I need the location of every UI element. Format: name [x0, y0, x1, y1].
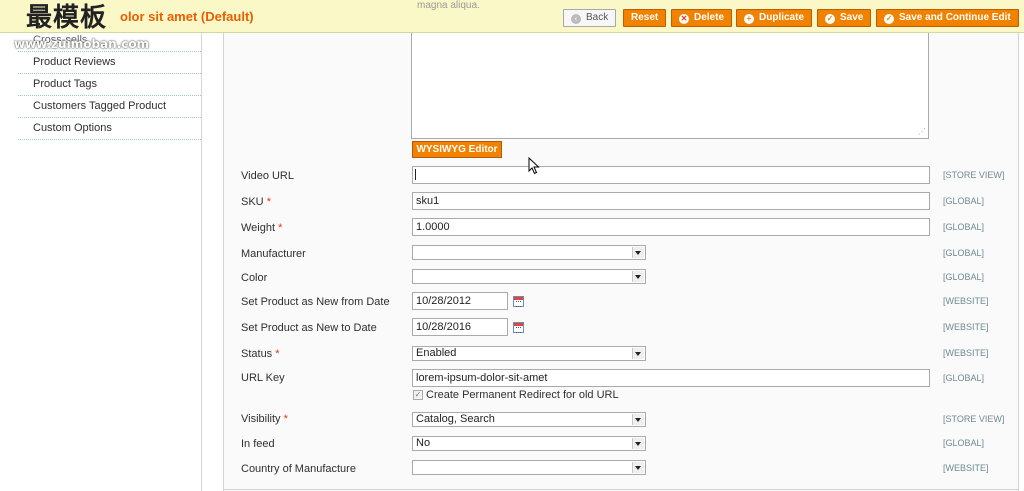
text-caret [415, 169, 416, 180]
check-icon: ✓ [825, 14, 835, 24]
watermark-url: www.zuimoban.com [14, 37, 150, 51]
page-header: magna aliqua. 最模板 olor sit amet (Default… [0, 0, 1024, 33]
sidebar-item-product-tags[interactable]: Product Tags [18, 74, 201, 96]
description-textarea[interactable]: ⋰ [411, 33, 929, 139]
sku-label: SKU * [241, 196, 271, 208]
status-label-text: Status [241, 348, 273, 360]
required-asterisk: * [283, 413, 288, 425]
sku-scope: [GLOBAL] [943, 196, 985, 206]
chevron-down-icon [632, 438, 644, 449]
duplicate-button[interactable]: + Duplicate [736, 9, 813, 27]
sku-label-text: SKU [241, 196, 264, 208]
save-continue-button[interactable]: ✓ Save and Continue Edit [876, 9, 1019, 27]
save-button-label: Save [840, 12, 864, 23]
country-scope: [WEBSITE] [943, 463, 989, 473]
watermark-logo: 最模板 [26, 3, 108, 33]
sidebar-divider [201, 33, 202, 491]
permanent-redirect-label: Create Permanent Redirect for old URL [426, 389, 619, 401]
color-label: Color [241, 272, 268, 284]
url-key-scope: [GLOBAL] [943, 373, 985, 383]
sku-input[interactable]: sku1 [412, 192, 930, 210]
visibility-select-value: Catalog, Search [416, 413, 495, 425]
country-select[interactable] [412, 460, 646, 475]
new-from-date-label: Set Product as New from Date [241, 296, 390, 308]
required-asterisk: * [266, 196, 271, 208]
url-key-input[interactable]: lorem-ipsum-dolor-sit-amet [412, 369, 930, 387]
page-title: olor sit amet (Default) [120, 9, 254, 24]
save-button[interactable]: ✓ Save [817, 9, 872, 27]
calendar-icon[interactable] [513, 322, 524, 333]
new-to-date-label: Set Product as New to Date [241, 322, 377, 334]
sidebar-item-product-reviews[interactable]: Product Reviews [18, 52, 201, 74]
video-url-label: Video URL [241, 170, 294, 182]
video-url-scope: [STORE VIEW] [943, 170, 1005, 180]
delete-button[interactable]: ✕ Delete [671, 9, 733, 27]
delete-button-label: Delete [694, 12, 725, 23]
fieldset-bottom-border [223, 489, 1019, 490]
weight-label-text: Weight [241, 222, 276, 234]
new-from-date-input[interactable]: 10/28/2012 [412, 292, 508, 310]
duplicate-button-label: Duplicate [759, 12, 805, 23]
resize-grip-icon[interactable]: ⋰ [916, 128, 926, 136]
weight-scope: [GLOBAL] [943, 222, 985, 232]
delete-x-icon: ✕ [679, 14, 689, 24]
reset-button-label: Reset [631, 12, 659, 23]
mouse-pointer-icon [528, 157, 540, 175]
required-asterisk: * [275, 348, 280, 360]
color-scope: [GLOBAL] [943, 272, 985, 282]
in-feed-select-value: No [416, 437, 431, 449]
manufacturer-label: Manufacturer [241, 248, 306, 260]
permanent-redirect-checkbox[interactable]: ✓ [413, 390, 423, 400]
color-select[interactable] [412, 269, 646, 284]
new-to-date-scope: [WEBSITE] [943, 322, 989, 332]
status-label: Status * [241, 348, 280, 360]
in-feed-select[interactable]: No [412, 436, 646, 451]
status-scope: [WEBSITE] [943, 348, 989, 358]
back-arrow-icon: ‹ [571, 14, 581, 24]
visibility-label: Visibility * [241, 413, 288, 425]
manufacturer-scope: [GLOBAL] [943, 248, 985, 258]
wysiwyg-editor-button[interactable]: WYSIWYG Editor [412, 141, 502, 158]
chevron-down-icon [632, 271, 644, 282]
video-url-input[interactable] [412, 166, 930, 184]
visibility-select[interactable]: Catalog, Search [412, 412, 646, 427]
status-select[interactable]: Enabled [412, 346, 646, 361]
chevron-down-icon [632, 414, 644, 425]
check-icon: ✓ [884, 14, 894, 24]
weight-label: Weight * [241, 222, 282, 234]
new-from-date-scope: [WEBSITE] [943, 296, 989, 306]
calendar-icon[interactable] [513, 296, 524, 307]
chevron-down-icon [632, 247, 644, 258]
weight-input[interactable]: 1.0000 [412, 218, 930, 236]
status-select-value: Enabled [416, 347, 457, 359]
reset-button[interactable]: Reset [623, 9, 667, 27]
new-to-date-input[interactable]: 10/28/2016 [412, 318, 508, 336]
save-continue-button-label: Save and Continue Edit [899, 12, 1011, 23]
sidebar-item-customers-tagged-product[interactable]: Customers Tagged Product [18, 96, 201, 118]
back-button-label: Back [586, 12, 609, 23]
url-key-label: URL Key [241, 372, 285, 384]
sidebar-item-custom-options[interactable]: Custom Options [18, 118, 201, 140]
chevron-down-icon [632, 462, 644, 473]
in-feed-scope: [GLOBAL] [943, 438, 985, 448]
country-label: Country of Manufacture [241, 463, 356, 475]
in-feed-label: In feed [241, 438, 275, 450]
visibility-scope: [STORE VIEW] [943, 414, 1005, 424]
chevron-down-icon [632, 348, 644, 359]
visibility-label-text: Visibility [241, 413, 281, 425]
manufacturer-select[interactable] [412, 245, 646, 260]
faded-description-text: magna aliqua. [417, 0, 480, 11]
required-asterisk: * [278, 222, 283, 234]
back-button[interactable]: ‹ Back [563, 9, 617, 27]
plus-icon: + [744, 14, 754, 24]
